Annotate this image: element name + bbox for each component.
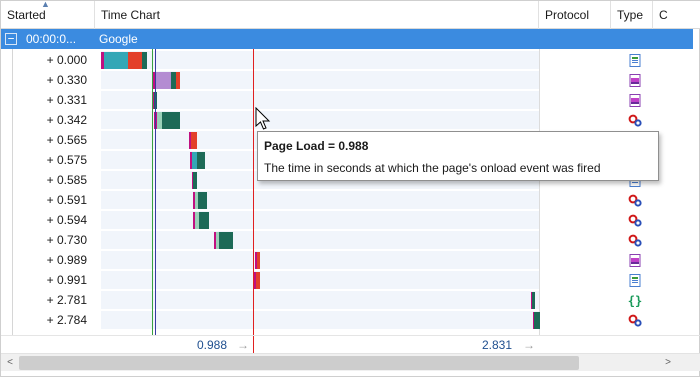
column-type[interactable]: Type [611,1,653,29]
started-time: + 0.991 [46,273,87,287]
mouse-cursor-icon [255,107,271,130]
column-protocol[interactable]: Protocol [539,1,611,29]
request-row[interactable]: + 0.330 [1,70,700,90]
time-scale: 0.988 → 2.831 → [1,335,700,353]
time-chart-track [101,271,539,289]
gears-icon [628,113,642,127]
timing-bar-segment [257,252,260,269]
request-row[interactable]: + 0.989 [1,250,700,270]
started-time: + 0.565 [46,133,87,147]
timing-bar-segment [176,72,180,89]
timing-bar-segment [142,52,147,69]
started-time: + 0.330 [46,73,87,87]
scroll-left-button[interactable]: < [1,354,19,372]
page-load-line [253,49,254,353]
scroll-thumb[interactable] [19,356,579,370]
time-chart-track [101,51,539,69]
started-time: + 0.331 [46,93,87,107]
tooltip-body: The time in seconds at which the page's … [264,161,601,175]
arrow-right-icon: → [523,338,535,352]
image-icon [628,93,642,107]
time-chart-track [101,211,539,229]
scroll-right-button[interactable]: > [659,354,677,372]
request-row[interactable]: + 2.784 [1,310,700,330]
time-chart-track [101,91,539,109]
started-time: + 0.989 [46,253,87,267]
started-time: + 0.730 [46,233,87,247]
column-header: ▲ Started Time Chart Protocol Type C [1,1,700,29]
timing-bar-segment [199,212,209,229]
started-time: + 0.585 [46,173,87,187]
script-icon: {} [628,293,642,307]
time-chart-track [101,311,539,329]
gears-icon [628,233,642,247]
arrow-right-icon: → [237,338,249,352]
column-started[interactable]: ▲ Started [1,1,95,29]
request-row[interactable]: + 2.781 {} [1,290,700,310]
timing-bar-segment [198,192,207,209]
time-chart-track [101,251,539,269]
http-log-window: ▲ Started Time Chart Protocol Type C − 0… [0,0,700,377]
column-time-chart[interactable]: Time Chart [95,1,539,29]
dom-content-loaded-line [152,49,153,335]
timing-bar-segment [162,112,180,129]
timing-bar-segment [197,152,205,169]
started-time: + 2.784 [46,313,87,327]
column-extra[interactable]: C [653,1,700,29]
timing-bar-segment [155,72,171,89]
column-started-label: Started [7,8,46,22]
timing-bar-segment [193,172,197,189]
column-extra-label: C [659,8,668,22]
gears-icon [628,213,642,227]
sort-ascending-icon: ▲ [41,1,50,9]
group-time: 00:00:0... [26,32,77,46]
tooltip-title: Page Load = 0.988 [264,139,369,153]
request-row[interactable]: + 0.331 [1,90,700,110]
started-time: + 2.781 [46,293,87,307]
horizontal-scrollbar[interactable]: < > [1,353,700,371]
page-load-tooltip: Page Load = 0.988 The time in seconds at… [257,131,659,181]
request-row[interactable]: + 0.594 [1,210,700,230]
timing-bar-segment [534,312,540,329]
request-row[interactable]: + 0.591 [1,190,700,210]
time-chart-track [101,231,539,249]
dom-interactive-line [155,49,156,335]
time-chart-track [101,191,539,209]
started-time: + 0.594 [46,213,87,227]
timing-bar-segment [104,52,128,69]
timing-bar-segment [219,232,233,249]
request-list: + 0.000 + 0.330 + 0.331 + 0.342 + 0.565 + 0.5… [1,49,700,335]
timing-bar-segment [128,52,142,69]
end-tick: 2.831 [482,338,513,352]
gears-icon [628,313,642,327]
started-time: + 0.575 [46,153,87,167]
column-protocol-label: Protocol [545,8,590,22]
document-icon [628,273,642,287]
column-time-chart-label: Time Chart [101,8,160,22]
group-label: Google [99,32,138,46]
request-row[interactable]: + 0.730 [1,230,700,250]
timing-bar-segment [256,272,260,289]
time-chart-track [101,291,539,309]
page-load-tick: 0.988 [197,338,228,352]
timing-bar-segment [532,292,535,309]
started-time: + 0.591 [46,193,87,207]
image-icon [628,253,642,267]
collapse-icon[interactable]: − [5,33,17,45]
started-time: + 0.342 [46,113,87,127]
gears-icon [628,193,642,207]
request-row[interactable]: + 0.342 [1,110,700,130]
started-time: + 0.000 [46,53,87,67]
document-icon [628,53,642,67]
request-row[interactable]: + 0.991 [1,270,700,290]
timing-bar-segment [191,132,197,149]
svg-text:{}: {} [628,294,642,307]
request-row[interactable]: + 0.000 [1,50,700,70]
image-icon [628,73,642,87]
column-type-label: Type [617,8,644,22]
group-row[interactable]: − 00:00:0... Google [1,29,693,49]
